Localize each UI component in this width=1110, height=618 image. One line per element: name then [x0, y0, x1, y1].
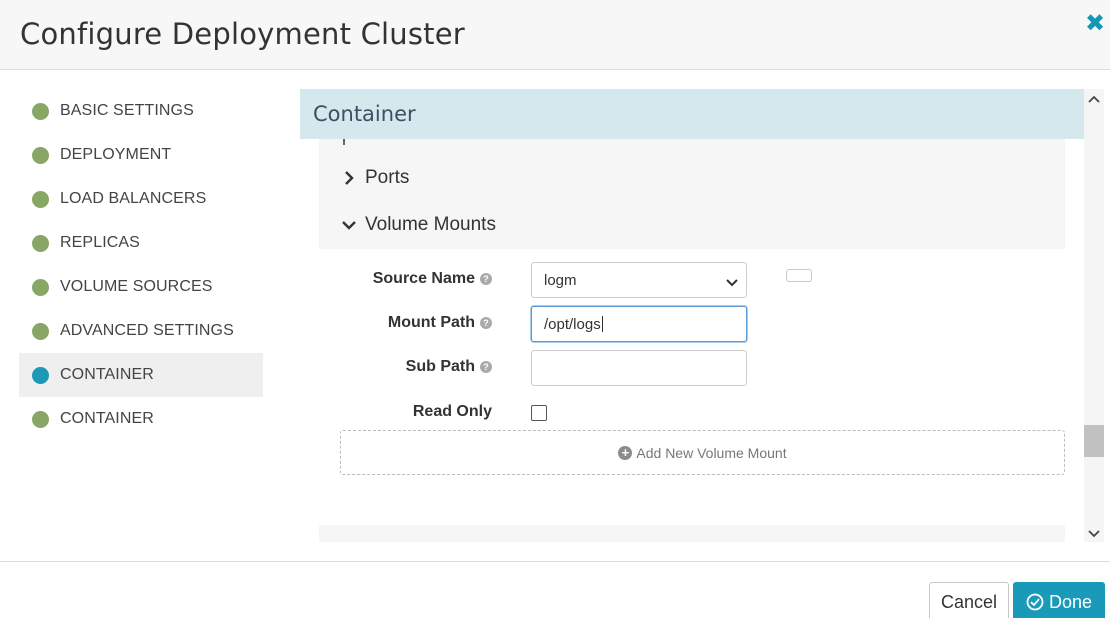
source-name-select[interactable]: logm — [531, 262, 747, 298]
blank-action-button[interactable] — [786, 269, 812, 282]
sidebar-item-label: LOAD BALANCERS — [60, 190, 207, 207]
container-subsections: Ports Volume Mounts — [319, 139, 1065, 249]
field-label-text: Read Only — [412, 403, 492, 420]
sidebar-item-basic-settings[interactable]: BASIC SETTINGS — [19, 89, 263, 133]
field-label-text: Sub Path — [405, 358, 475, 375]
step-status-dot — [32, 410, 49, 428]
dialog-footer: Cancel Done — [0, 561, 1110, 618]
step-status-dot — [32, 278, 49, 296]
done-label: Done — [1048, 591, 1093, 612]
question-circle-icon[interactable]: ? — [480, 317, 492, 329]
cancel-button[interactable]: Cancel — [929, 582, 1009, 618]
volume-mounts-expander[interactable]: Volume Mounts — [341, 210, 496, 240]
next-subsection-panel — [319, 525, 1065, 542]
done-button[interactable]: Done — [1013, 582, 1105, 618]
mount-path-label: Mount Path ? — [388, 314, 492, 332]
close-icon[interactable]: ✖ — [1084, 12, 1106, 36]
read-only-label: Read Only — [413, 403, 492, 421]
sidebar-item-volume-sources[interactable]: VOLUME SOURCES — [19, 265, 263, 309]
expander-label: Ports — [365, 167, 410, 188]
sidebar-item-deployment[interactable]: DEPLOYMENT — [19, 133, 263, 177]
mount-path-row: Mount Path ? /opt/logs — [300, 306, 1084, 342]
dialog-header: Configure Deployment Cluster ✖ — [0, 0, 1110, 70]
read-only-checkbox[interactable] — [531, 405, 547, 421]
mount-path-input[interactable]: /opt/logs — [531, 306, 747, 342]
scrolled-content-fragment — [343, 139, 345, 145]
field-label-text: Source Name — [372, 270, 475, 287]
step-status-dot — [32, 366, 49, 384]
step-status-dot — [32, 102, 49, 120]
scroll-up-icon[interactable] — [1088, 93, 1100, 105]
sidebar-item-label: CONTAINER — [60, 366, 154, 383]
sidebar-item-load-balancers[interactable]: LOAD BALANCERS — [19, 177, 263, 221]
add-volume-mount-label: Add New Volume Mount — [636, 444, 787, 461]
sidebar-item-advanced-settings[interactable]: ADVANCED SETTINGS — [19, 309, 263, 353]
section-title: Container — [313, 102, 416, 126]
content-scrollbar[interactable] — [1084, 89, 1104, 542]
container-section: Container Ports Volume Mounts Source Nam… — [300, 89, 1084, 542]
scrollbar-thumb[interactable] — [1084, 425, 1104, 457]
plus-circle-icon: + — [618, 445, 633, 460]
chevron-right-icon — [341, 170, 357, 186]
sidebar-item-container[interactable]: CONTAINER — [19, 397, 263, 441]
step-status-dot — [32, 322, 49, 340]
sub-path-input[interactable] — [531, 350, 747, 386]
selected-value: logm — [544, 271, 577, 289]
sidebar-item-label: VOLUME SOURCES — [60, 278, 213, 295]
ports-expander[interactable]: Ports — [341, 163, 409, 193]
source-name-label: Source Name ? — [373, 270, 492, 288]
sub-path-row: Sub Path ? — [300, 350, 1084, 386]
sub-path-label: Sub Path ? — [406, 358, 492, 376]
question-circle-icon[interactable]: ? — [480, 361, 492, 373]
scroll-down-icon[interactable] — [1088, 526, 1100, 538]
sidebar-item-label: REPLICAS — [60, 234, 140, 251]
text-cursor — [601, 316, 603, 332]
dialog-title: Configure Deployment Cluster — [20, 17, 465, 51]
step-status-dot — [32, 234, 49, 252]
check-circle-icon — [1026, 593, 1044, 611]
chevron-down-icon — [341, 217, 357, 233]
sidebar-item-label: ADVANCED SETTINGS — [60, 322, 234, 339]
sidebar-item-container-active[interactable]: CONTAINER — [19, 353, 263, 397]
step-status-dot — [32, 190, 49, 208]
input-value: /opt/logs — [544, 315, 601, 333]
source-name-row: Source Name ? logm — [300, 262, 1084, 298]
question-circle-icon[interactable]: ? — [480, 273, 492, 285]
expander-label: Volume Mounts — [365, 214, 496, 235]
step-status-dot — [32, 146, 49, 164]
sidebar-item-label: BASIC SETTINGS — [60, 102, 194, 119]
sidebar-item-label: CONTAINER — [60, 410, 154, 427]
sidebar-item-replicas[interactable]: REPLICAS — [19, 221, 263, 265]
chevron-down-icon — [726, 275, 738, 292]
add-volume-mount-button[interactable]: + Add New Volume Mount — [340, 430, 1065, 475]
wizard-sidebar: BASIC SETTINGS DEPLOYMENT LOAD BALANCERS… — [19, 89, 263, 441]
sidebar-item-label: DEPLOYMENT — [60, 146, 172, 163]
field-label-text: Mount Path — [387, 314, 475, 331]
section-header: Container — [300, 89, 1084, 139]
